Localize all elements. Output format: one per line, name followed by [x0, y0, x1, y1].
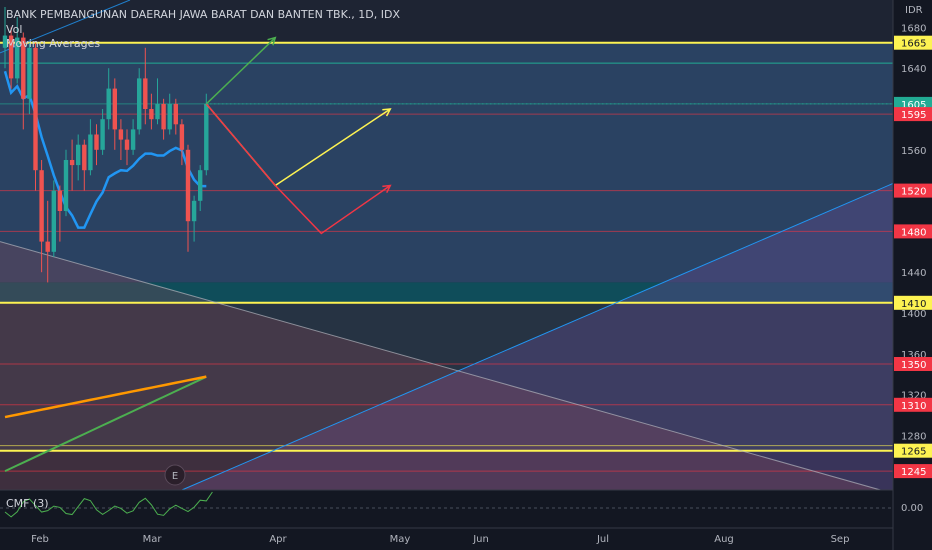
candle-body[interactable] [69, 160, 75, 166]
time-label-jul: Jul [596, 534, 609, 545]
candle-body[interactable] [161, 103, 166, 130]
candle-body[interactable] [173, 103, 178, 125]
time-label-sep: Sep [831, 534, 850, 545]
symbol-title[interactable]: BANK PEMBANGUNAN DAERAH JAWA BARAT DAN B… [6, 8, 400, 21]
candle-body[interactable] [112, 88, 117, 130]
candle-body[interactable] [51, 190, 56, 252]
price-chart[interactable]: EFebMarAprMayJunJulAugSep168016401600156… [0, 0, 932, 550]
candle-body[interactable] [155, 103, 160, 120]
price-badge-label-1665: 1665 [901, 39, 926, 50]
candle-body[interactable] [130, 129, 136, 150]
chart-root[interactable]: EFebMarAprMayJunJulAugSep168016401600156… [0, 0, 932, 550]
time-axis-bg [0, 528, 893, 550]
time-label-mar: Mar [143, 534, 163, 545]
candle-body[interactable] [63, 160, 69, 211]
time-label-jun: Jun [472, 534, 489, 545]
candle-body[interactable] [167, 103, 172, 130]
candle-body[interactable] [57, 190, 63, 211]
cmf-legend[interactable]: CMF (3) [6, 497, 49, 510]
price-tick-1440: 1440 [901, 268, 926, 279]
time-label-apr: Apr [269, 534, 287, 545]
price-badge-label-1410: 1410 [901, 299, 926, 310]
price-badge-label-1480: 1480 [901, 227, 926, 238]
candle-body[interactable] [149, 109, 154, 120]
candle-body[interactable] [27, 47, 32, 99]
candle-body[interactable] [88, 134, 93, 171]
price-badge-label-1310: 1310 [901, 401, 926, 412]
volume-legend[interactable]: Vol [6, 23, 22, 36]
candle-body[interactable] [137, 78, 142, 130]
candle-body[interactable] [143, 78, 148, 109]
price-tick-1560: 1560 [901, 146, 926, 157]
price-badge-label-1595: 1595 [901, 110, 926, 121]
candle-body[interactable] [191, 200, 197, 222]
candle-body[interactable] [179, 124, 185, 150]
price-badge-label-1520: 1520 [901, 187, 926, 198]
price-badge-label-1350: 1350 [901, 360, 926, 371]
price-tick-1640: 1640 [901, 64, 926, 75]
price-tick-1400: 1400 [901, 309, 926, 320]
candle-body[interactable] [39, 170, 44, 242]
candle-body[interactable] [204, 103, 209, 171]
price-badge-label-1245: 1245 [901, 467, 926, 478]
candle-body[interactable] [76, 144, 81, 166]
price-badge-label-1265: 1265 [901, 447, 926, 458]
moving-averages-legend[interactable]: Moving Averages [6, 37, 100, 50]
time-label-feb: Feb [31, 534, 49, 545]
candle-body[interactable] [106, 88, 111, 120]
candle-body[interactable] [185, 149, 191, 222]
candle-body[interactable] [118, 129, 124, 140]
candle-body[interactable] [100, 119, 105, 150]
candle-body[interactable] [124, 139, 130, 150]
time-label-aug: Aug [714, 534, 734, 545]
time-label-may: May [390, 534, 411, 545]
earnings-marker-label: E [172, 471, 178, 482]
candle-body[interactable] [33, 47, 38, 171]
candle-body[interactable] [45, 241, 50, 252]
price-tick-1680: 1680 [901, 23, 926, 34]
price-tick-1280: 1280 [901, 431, 926, 442]
candle-body[interactable] [198, 170, 203, 201]
candle-body[interactable] [94, 134, 99, 150]
cmf-zero-label: 0.00 [901, 503, 923, 514]
currency-label: IDR [905, 5, 923, 16]
candle-body[interactable] [82, 144, 87, 171]
